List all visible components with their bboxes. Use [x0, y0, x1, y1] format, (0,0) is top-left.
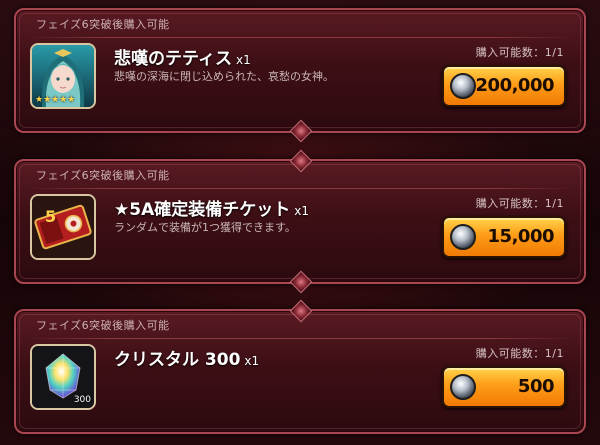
item-header: フェイズ6突破後購入可能	[36, 18, 170, 31]
item-quantity: x1	[235, 53, 251, 67]
buy-button[interactable]: 500	[442, 366, 566, 408]
divider	[26, 338, 574, 339]
shop-item-card: フェイズ6突破後購入可能 ★★★★★ 悲嘆のテティス x1 悲嘆の深海に閉じ込めら…	[14, 8, 586, 143]
buy-button[interactable]: 15,000	[442, 216, 566, 258]
crystal-amount-badge: 300	[73, 395, 91, 405]
crystal-icon[interactable]: 300	[30, 344, 96, 410]
silver-coin-icon	[450, 374, 476, 400]
shop-item-card: フェイズ6突破後購入可能 5 ★5A確定装備チケット x1 ランダムで装備が1つ獲…	[14, 149, 586, 294]
item-header: フェイズ6突破後購入可能	[36, 169, 170, 182]
shop-item-card: フェイズ6突破後購入可能 300 クリスタル 300 x1 購入可能数：1/1 5…	[14, 299, 586, 434]
rarity-stars: ★★★★★	[35, 95, 76, 105]
character-portrait-icon[interactable]: ★★★★★	[30, 43, 96, 109]
item-name: 悲嘆のテティス	[114, 49, 232, 69]
item-title: ★5A確定装備チケット x1	[114, 195, 309, 220]
silver-coin-icon	[450, 224, 476, 250]
price-label: 200,000	[475, 75, 555, 96]
ticket-rarity-label: 5	[45, 207, 56, 226]
item-header: フェイズ6突破後購入可能	[36, 319, 170, 332]
purchase-limit: 購入可能数：1/1	[475, 46, 564, 59]
purchase-limit: 購入可能数：1/1	[475, 197, 564, 210]
equipment-ticket-icon[interactable]: 5	[30, 194, 96, 260]
buy-button[interactable]: 200,000	[442, 65, 566, 107]
item-name: クリスタル 300	[114, 350, 241, 370]
item-description: ランダムで装備が1つ獲得できます。	[114, 221, 296, 234]
item-title: クリスタル 300 x1	[114, 345, 259, 370]
item-quantity: x1	[244, 354, 260, 368]
item-description: 悲嘆の深海に閉じ込められた、哀愁の女神。	[114, 70, 334, 83]
divider	[26, 37, 574, 38]
purchase-limit: 購入可能数：1/1	[475, 347, 564, 360]
item-quantity: x1	[294, 204, 309, 218]
price-label: 500	[517, 376, 555, 397]
silver-coin-icon	[450, 73, 476, 99]
divider	[26, 188, 574, 189]
price-label: 15,000	[487, 226, 555, 247]
item-title: 悲嘆のテティス x1	[114, 44, 251, 69]
item-name: ★5A確定装備チケット	[114, 200, 291, 220]
